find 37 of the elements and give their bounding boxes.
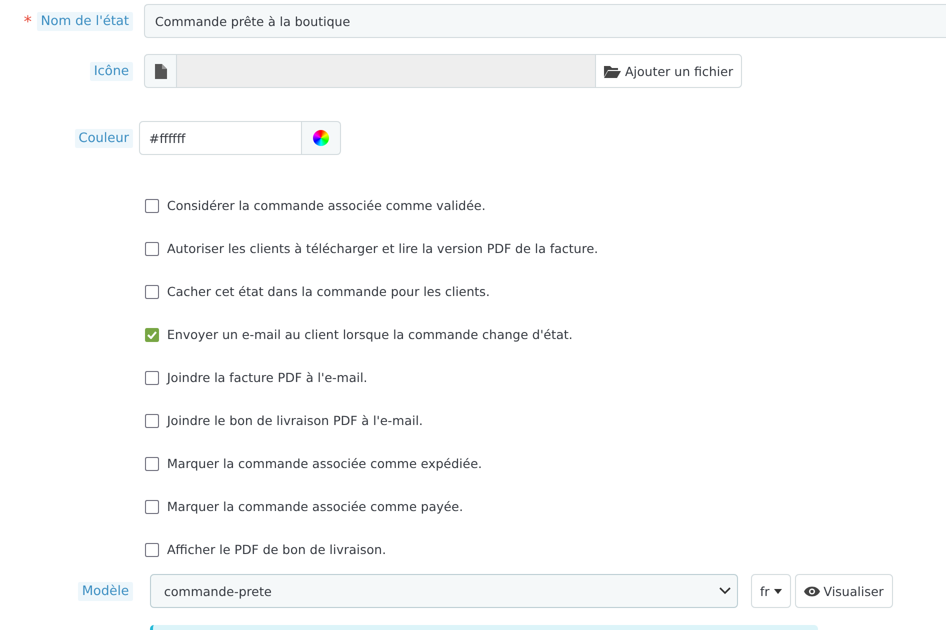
checkbox[interactable] bbox=[145, 370, 159, 384]
required-asterisk: * bbox=[24, 12, 32, 30]
preview-button[interactable]: Visualiser bbox=[794, 574, 893, 608]
checkbox[interactable] bbox=[145, 456, 159, 470]
add-file-button[interactable]: Ajouter un fichier bbox=[595, 54, 742, 88]
color-picker-button[interactable] bbox=[302, 121, 341, 155]
chevron-down-icon bbox=[719, 587, 731, 595]
option-label: Afficher le PDF de bon de livraison. bbox=[167, 542, 386, 557]
checkbox[interactable] bbox=[145, 198, 159, 212]
name-input[interactable]: Commande prête à la boutique bbox=[144, 4, 946, 38]
option-label: Considérer la commande associée comme validée. bbox=[167, 198, 486, 213]
language-dropdown[interactable]: fr bbox=[751, 574, 791, 608]
field-label: Icône bbox=[90, 62, 133, 80]
eye-icon bbox=[804, 586, 820, 596]
option-label: Marquer la commande associée comme expédiée. bbox=[167, 456, 482, 471]
checkbox[interactable] bbox=[145, 328, 159, 342]
option-label: Joindre la facture PDF à l'e-mail. bbox=[167, 370, 368, 385]
file-field[interactable] bbox=[177, 54, 595, 88]
file-icon bbox=[154, 64, 166, 78]
option-label: Joindre le bon de livraison PDF à l'e-mail. bbox=[167, 413, 423, 428]
checkbox[interactable] bbox=[145, 542, 159, 556]
folder-icon bbox=[604, 64, 621, 78]
field-label: Nom de l'état bbox=[36, 12, 133, 30]
template-select[interactable]: commande-prete bbox=[150, 574, 738, 608]
color-input[interactable]: #ffffff bbox=[139, 121, 302, 155]
caret-icon bbox=[774, 588, 782, 594]
option-label: Autoriser les clients à télécharger et lire la version PDF de la facture. bbox=[167, 241, 598, 256]
option-label: Cacher cet état dans la commande pour les clients. bbox=[167, 284, 490, 299]
checkbox[interactable] bbox=[145, 414, 159, 428]
checkbox[interactable] bbox=[145, 500, 159, 514]
field-label: Modèle bbox=[78, 582, 133, 600]
option-label: Marquer la commande associée comme payée. bbox=[167, 499, 464, 514]
field-label: Couleur bbox=[74, 128, 133, 148]
option-label: Envoyer un e-mail au client lorsque la commande change d'état. bbox=[167, 327, 573, 342]
color-wheel-icon bbox=[313, 130, 329, 146]
checkbox[interactable] bbox=[145, 284, 159, 298]
checkbox[interactable] bbox=[145, 242, 159, 256]
